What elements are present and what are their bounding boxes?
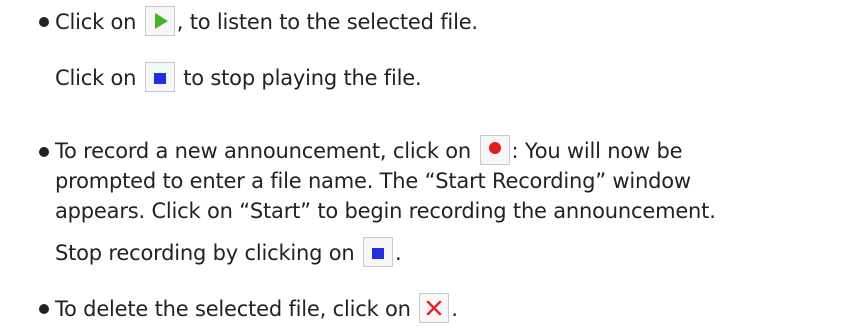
record-instruction-line-2: prompted to enter a file name. The “Star… (55, 169, 691, 193)
delete-instruction-prefix: To delete the selected file, click on (55, 297, 411, 321)
stop-recording-line: Stop recording by clicking on . (55, 237, 402, 269)
bullet (39, 147, 49, 157)
bullet (39, 17, 49, 27)
delete-button (419, 293, 450, 323)
stop-button (363, 237, 393, 267)
stop-recording-suffix: . (395, 241, 402, 265)
record-instruction-line-3: appears. Click on “Start” to begin recor… (55, 199, 716, 223)
stop-playing-prefix: Click on (55, 66, 137, 90)
delete-instruction-suffix: . (451, 297, 458, 321)
stop-playing-suffix: to stop playing the file. (183, 66, 422, 90)
play-instruction-suffix: , to listen to the selected file. (176, 10, 478, 34)
play-instruction-line: Click on , to listen to the selected fil… (55, 6, 478, 38)
stop-recording-prefix: Stop recording by clicking on (55, 241, 355, 265)
delete-icon (426, 300, 442, 316)
play-button (144, 6, 175, 36)
record-instruction-prefix: To record a new announcement, click on (55, 139, 472, 163)
stop-icon (372, 248, 384, 259)
play-instruction-prefix: Click on (55, 10, 137, 34)
stop-playing-line: Click on to stop playing the file. (55, 62, 422, 94)
record-instruction-suffix: : You will now be (511, 139, 683, 163)
record-button (479, 135, 510, 165)
stop-button (144, 62, 175, 92)
delete-instruction-line: To delete the selected file, click on . (55, 293, 458, 325)
stop-icon (153, 73, 166, 84)
record-instruction-line: To record a new announcement, click on :… (55, 135, 683, 167)
bullet (39, 304, 49, 314)
play-icon (154, 13, 168, 29)
record-icon (488, 142, 501, 154)
instruction-document: Click on , to listen to the selected fil… (0, 0, 843, 333)
